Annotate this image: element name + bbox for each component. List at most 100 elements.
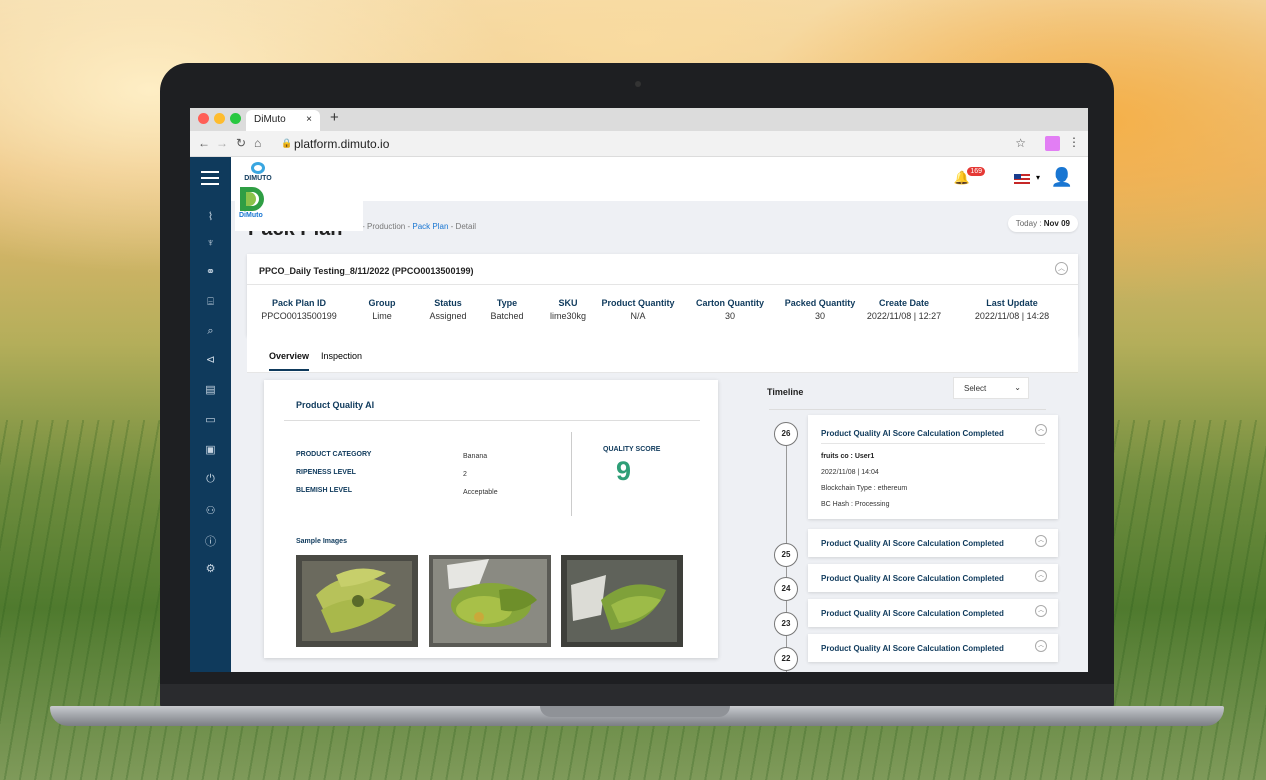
collapse-icon[interactable]: ︿: [1035, 424, 1047, 436]
timeline-event[interactable]: Product Quality AI Score Calculation Com…: [808, 634, 1058, 662]
expand-icon[interactable]: ︿: [1035, 640, 1047, 652]
hamburger-menu-icon[interactable]: [201, 171, 219, 189]
back-icon[interactable]: ←: [198, 136, 210, 150]
plan-column: Product Quantity N/A: [593, 298, 683, 321]
tab-overview[interactable]: Overview: [269, 351, 310, 371]
megaphone-icon[interactable]: ⊲: [190, 353, 231, 366]
plan-column-header: Pack Plan ID: [271, 298, 327, 308]
timeline-node: 22: [774, 647, 798, 671]
close-window-button[interactable]: [198, 113, 209, 124]
camera: [635, 81, 641, 87]
handshake-icon[interactable]: ⚭: [190, 265, 231, 278]
expand-icon[interactable]: ︿: [1035, 570, 1047, 582]
detail-card: Overview Inspection Product Quality AI P…: [247, 336, 1078, 672]
divider: [571, 432, 572, 516]
pack-plan-summary-card: PPCO_Daily Testing_8/11/2022 (PPCO001350…: [247, 254, 1078, 336]
analytics-icon[interactable]: ⌇: [190, 210, 231, 223]
overview-panel: Product Quality AI PRODUCT CATEGORY Bana…: [247, 373, 1078, 672]
quality-score-label: QUALITY SCORE: [603, 446, 661, 453]
event-title: Product Quality AI Score Calculation Com…: [821, 539, 1004, 548]
product-category-label: PRODUCT CATEGORY: [296, 451, 372, 458]
event-title: Product Quality AI Score Calculation Com…: [821, 429, 1004, 438]
wallet-icon[interactable]: ▭: [190, 413, 231, 426]
users-icon[interactable]: ⚇: [190, 504, 231, 517]
expand-icon[interactable]: ︿: [1035, 535, 1047, 547]
sample-image-1[interactable]: [296, 555, 418, 647]
plan-column-value: 30: [814, 311, 825, 321]
expand-icon[interactable]: ︿: [1035, 605, 1047, 617]
forward-icon[interactable]: →: [216, 136, 228, 150]
reload-icon[interactable]: ↻: [236, 136, 246, 150]
timeline-node: 24: [774, 577, 798, 601]
bookmark-star-icon[interactable]: ☆: [1015, 136, 1026, 150]
timeline-event[interactable]: Product Quality AI Score Calculation Com…: [808, 564, 1058, 592]
settings-gear-icon[interactable]: ⚙: [190, 562, 231, 575]
plant-icon[interactable]: ♆: [190, 237, 231, 249]
extension-icon[interactable]: [1045, 136, 1060, 151]
logo-popup: DiMuto: [235, 187, 363, 231]
event-chain-type: Blockchain Type : ethereum: [821, 485, 908, 492]
timeline-select-dropdown[interactable]: Select ⌄: [953, 377, 1029, 399]
product-quality-ai-card: Product Quality AI PRODUCT CATEGORY Bana…: [264, 380, 718, 658]
language-caret-icon[interactable]: ▾: [1036, 173, 1040, 182]
search-icon[interactable]: ⌕: [190, 325, 231, 338]
divider: [821, 443, 1045, 444]
product-category-value: Banana: [463, 453, 488, 460]
lock-icon: 🔒: [281, 138, 293, 148]
breadcrumb-pack-plan[interactable]: Pack Plan: [412, 222, 448, 231]
breadcrumb-sep: -: [450, 222, 454, 231]
breadcrumb-production[interactable]: Production: [367, 222, 405, 231]
event-company: fruits co : User1: [821, 453, 875, 460]
collapse-icon[interactable]: ︿: [1055, 262, 1068, 275]
plan-column-value: 2022/11/08 | 12:27: [866, 311, 942, 321]
tab-inspection[interactable]: Inspection: [321, 351, 362, 371]
archive-icon[interactable]: ▤: [190, 383, 231, 396]
sample-image-2[interactable]: [429, 555, 551, 647]
event-title: Product Quality AI Score Calculation Com…: [821, 574, 1004, 583]
plan-column-header: Create Date: [878, 298, 930, 308]
chevron-down-icon: ⌄: [1014, 383, 1021, 392]
sample-images-label: Sample Images: [296, 538, 347, 545]
laptop-notch: [540, 706, 730, 717]
info-icon[interactable]: ⓘ: [190, 533, 231, 549]
production-icon[interactable]: ⌸: [190, 296, 231, 309]
sample-image-3[interactable]: [561, 555, 683, 647]
maximize-window-button[interactable]: [230, 113, 241, 124]
notification-badge: 169: [967, 167, 985, 176]
divider: [284, 420, 700, 421]
plan-column: Last Update 2022/11/08 | 14:28: [967, 298, 1057, 321]
today-badge: Today : Nov 09: [1007, 215, 1078, 232]
plan-column: Packed Quantity 30: [775, 298, 865, 321]
browser-menu-icon[interactable]: ⋮: [1068, 135, 1080, 149]
new-tab-button[interactable]: +: [330, 109, 339, 126]
address-bar[interactable]: platform.dimuto.io: [294, 137, 389, 151]
event-title: Product Quality AI Score Calculation Com…: [821, 644, 1004, 653]
blemish-level-value: Acceptable: [463, 489, 498, 496]
power-icon[interactable]: ⏻: [190, 473, 231, 486]
timeline-event[interactable]: Product Quality AI Score Calculation Com…: [808, 529, 1058, 557]
detail-tabs: Overview Inspection: [269, 351, 362, 371]
user-avatar-icon[interactable]: 👤: [1051, 167, 1073, 188]
language-flag-icon[interactable]: [1014, 174, 1030, 184]
event-title: Product Quality AI Score Calculation Com…: [821, 609, 1004, 618]
timeline-event[interactable]: Product Quality AI Score Calculation Com…: [808, 599, 1058, 627]
window-controls: [198, 113, 241, 124]
main-content: Pack Plan ⌂ - Production - Pack Plan - D…: [231, 201, 1088, 672]
timeline-event[interactable]: Product Quality AI Score Calculation Com…: [808, 415, 1058, 519]
tab-close-icon[interactable]: ×: [306, 114, 312, 125]
pack-plan-title: PPCO_Daily Testing_8/11/2022 (PPCO001350…: [259, 266, 474, 276]
tab-title: DiMuto: [254, 114, 286, 125]
blemish-level-label: BLEMISH LEVEL: [296, 487, 353, 494]
breadcrumb: ⌂ - Production - Pack Plan - Detail: [355, 222, 476, 231]
plan-column-value: N/A: [630, 311, 646, 321]
home-icon[interactable]: ⌂: [254, 136, 261, 150]
quality-card-title: Product Quality AI: [296, 400, 375, 410]
dimuto-logo[interactable]: DIMUTO: [244, 162, 272, 182]
timeline-node: 25: [774, 543, 798, 567]
divider: [247, 284, 1078, 285]
browser-tab[interactable]: DiMuto ×: [246, 110, 320, 131]
plan-column: Carton Quantity 30: [685, 298, 775, 321]
sidebar: ⌇ ♆ ⚭ ⌸ ⌕ ⊲ ▤ ▭ ▣ ⏻ ⚇ ⓘ ⚙: [190, 157, 231, 672]
minimize-window-button[interactable]: [214, 113, 225, 124]
money-icon[interactable]: ▣: [190, 443, 231, 456]
